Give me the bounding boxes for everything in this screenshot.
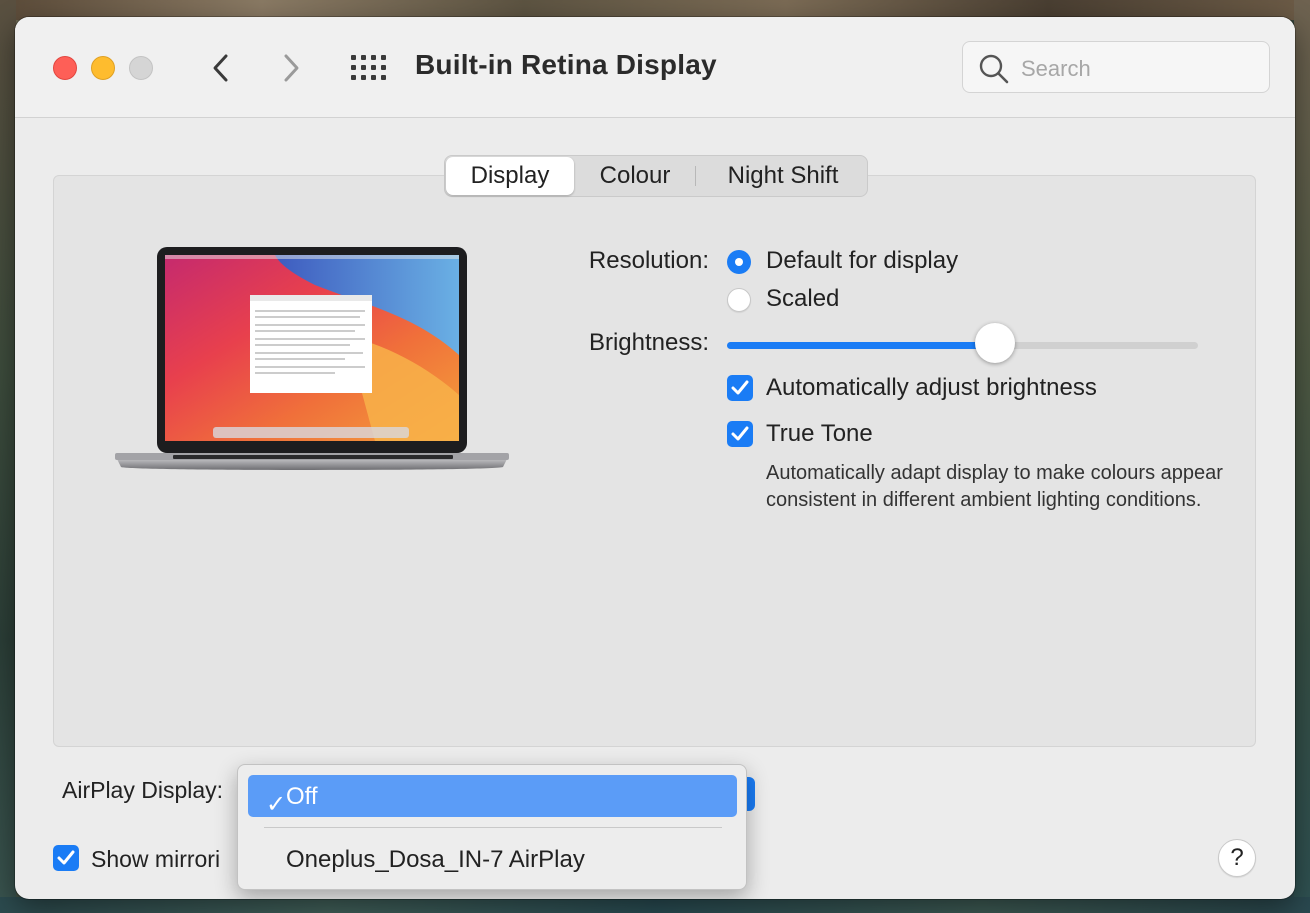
search-icon [979, 54, 1009, 84]
radio-scaled[interactable] [727, 288, 751, 312]
zoom-button[interactable] [129, 56, 153, 80]
tab-colour[interactable]: Colour [575, 156, 695, 196]
desktop-wallpaper-right [1294, 0, 1310, 913]
auto-brightness-checkbox[interactable] [727, 375, 753, 401]
title-bar: Built-in Retina Display Search [15, 17, 1295, 118]
minimize-button[interactable] [91, 56, 115, 80]
checkmark-icon [731, 380, 749, 395]
menu-item-off-label: Off [286, 783, 318, 810]
radio-default-for-display[interactable] [727, 250, 751, 274]
checkmark-icon: ✓ [266, 791, 287, 818]
preferences-window: Built-in Retina Display Search Display C… [15, 17, 1295, 899]
show-mirroring-checkbox[interactable] [53, 845, 79, 871]
menu-separator [264, 827, 722, 828]
brightness-slider-fill [727, 342, 996, 349]
menu-item-off[interactable]: ✓ Off [248, 775, 737, 818]
scaled-label: Scaled [766, 285, 840, 312]
tab-divider [695, 166, 696, 186]
tab-bar: Display Colour Night Shift [444, 155, 868, 197]
close-button[interactable] [53, 56, 77, 80]
checkmark-icon [731, 426, 749, 441]
show-all-grid-icon[interactable] [351, 55, 387, 81]
search-placeholder: Search [1021, 56, 1091, 81]
true-tone-checkbox[interactable] [727, 421, 753, 447]
desktop-wallpaper-left [0, 0, 16, 913]
chevron-left-icon [213, 54, 228, 82]
brightness-label: Brightness: [588, 329, 709, 356]
desktop-wallpaper-bottom [0, 897, 1310, 913]
airplay-dropdown-menu: ✓ Off Oneplus_Dosa_IN-7 AirPlay [237, 764, 747, 890]
true-tone-label: True Tone [766, 420, 873, 447]
help-button[interactable]: ? [1218, 839, 1256, 877]
forward-button[interactable] [277, 51, 305, 85]
search-field[interactable]: Search [962, 41, 1270, 93]
window-title: Built-in Retina Display [415, 49, 717, 80]
macbook-display-illustration [115, 247, 509, 470]
true-tone-description: Automatically adapt display to make colo… [766, 462, 1223, 511]
back-button[interactable] [207, 51, 235, 85]
auto-brightness-label: Automatically adjust brightness [766, 374, 1097, 401]
checkmark-icon [57, 850, 75, 865]
menu-item-oneplus-airplay[interactable]: Oneplus_Dosa_IN-7 AirPlay [286, 846, 585, 874]
airplay-display-label: AirPlay Display: [62, 777, 224, 803]
tab-night-shift[interactable]: Night Shift [699, 156, 867, 196]
chevron-right-icon [284, 54, 299, 82]
brightness-slider[interactable] [727, 342, 1198, 349]
resolution-label: Resolution: [588, 247, 709, 274]
default-for-display-label: Default for display [766, 247, 959, 274]
tab-display[interactable]: Display [446, 157, 574, 195]
show-mirroring-label: Show mirrori [91, 846, 221, 872]
